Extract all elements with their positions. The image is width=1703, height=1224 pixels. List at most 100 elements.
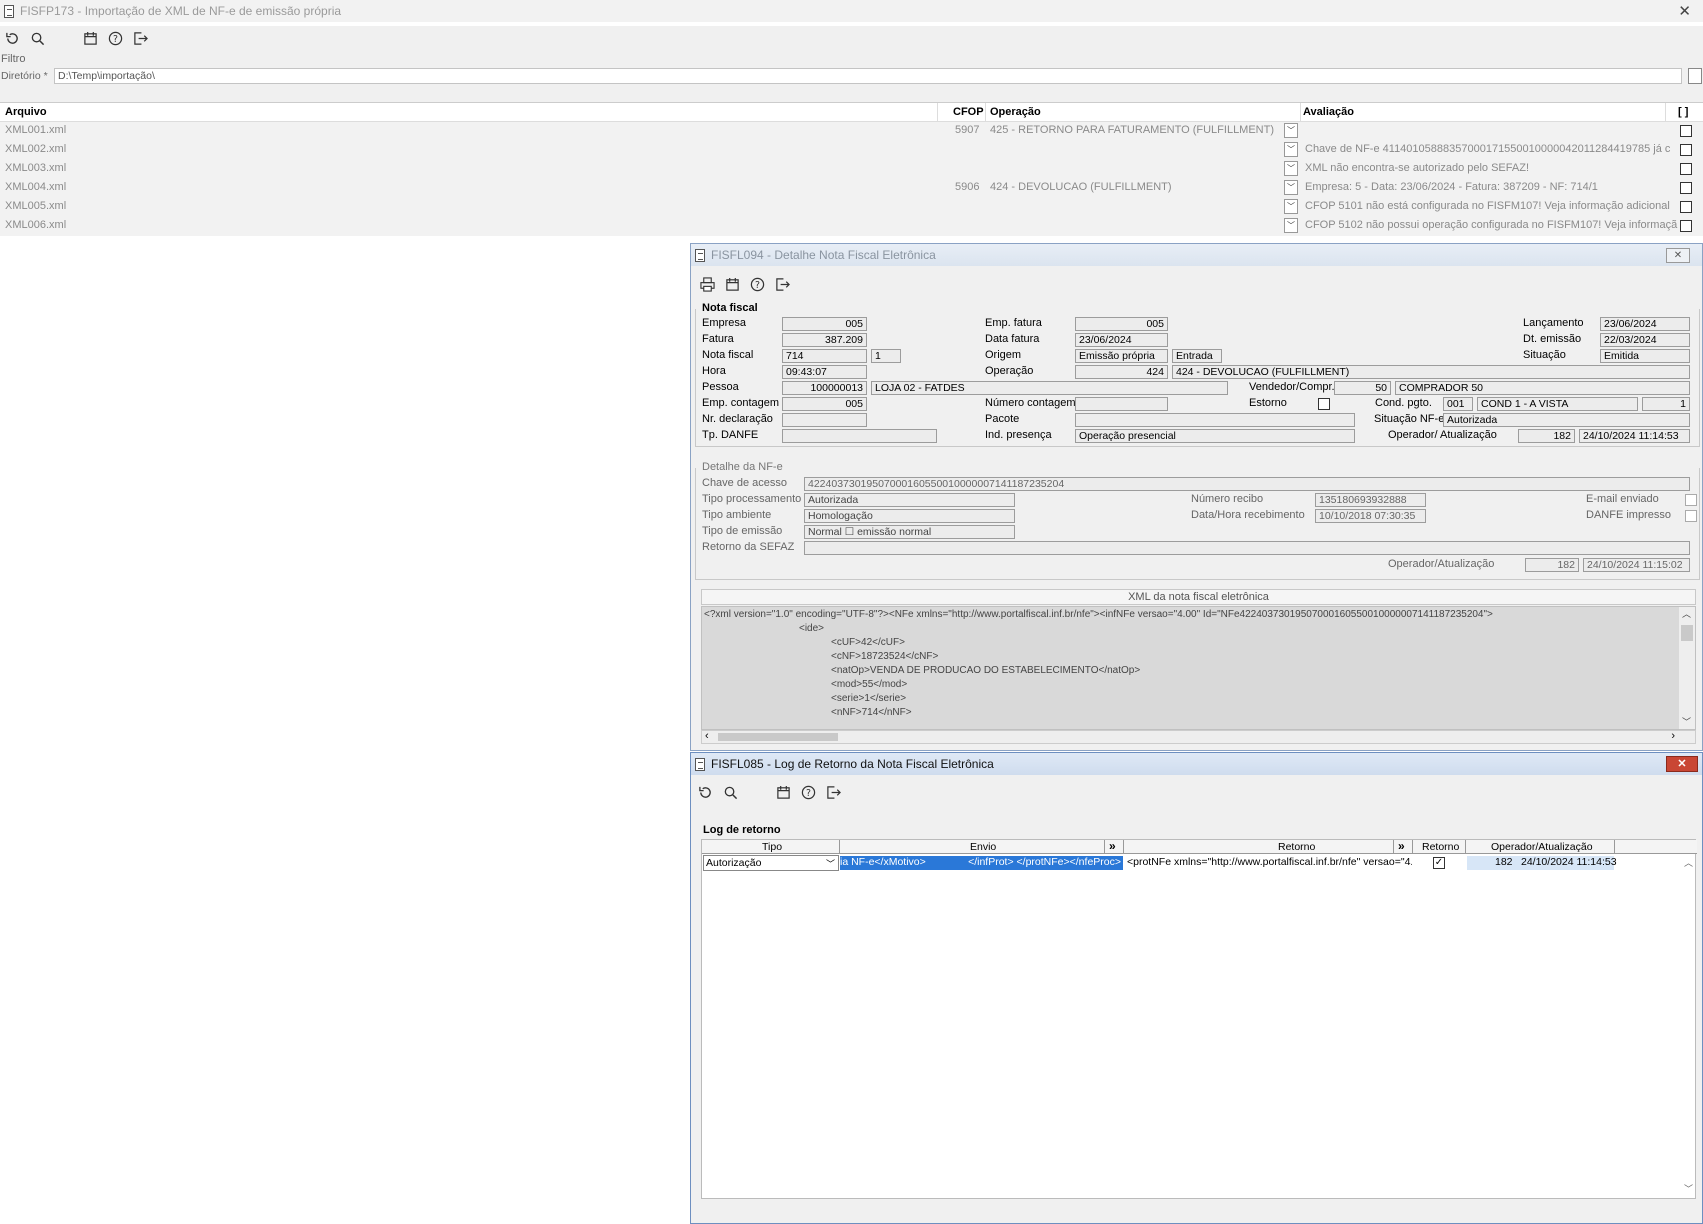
calendar-icon[interactable] xyxy=(773,782,793,802)
vendedor-code-field[interactable]: 50 xyxy=(1334,381,1391,395)
row-select-checkbox[interactable] xyxy=(1680,220,1692,232)
operacao-desc-field[interactable]: 424 - DEVOLUCAO (FULFILLMENT) xyxy=(1172,365,1690,379)
column-arquivo[interactable]: Arquivo xyxy=(5,106,47,118)
envio-cell[interactable]: ia NF-e</xMotivo> </infProt> </protNFe><… xyxy=(840,856,1123,870)
scroll-left-icon[interactable]: ‹ xyxy=(705,730,709,742)
atualizacao-nfe-field[interactable]: 24/10/2024 11:15:02 xyxy=(1583,558,1690,572)
danfe-impresso-checkbox[interactable] xyxy=(1685,510,1697,522)
exit-icon[interactable] xyxy=(772,274,792,294)
tipo-emissao-field[interactable]: Normal ☐ emissão normal xyxy=(804,525,1015,539)
table-row[interactable]: XML001.xml 5907 425 - RETORNO PARA FATURAM… xyxy=(0,122,1568,139)
chevron-down-icon[interactable]: ﹀ xyxy=(826,857,835,870)
situacao-nfe-field[interactable]: Autorizada xyxy=(1443,413,1690,427)
pacote-field[interactable] xyxy=(1075,413,1355,427)
help-icon[interactable]: ? xyxy=(798,782,818,802)
origem-tipo-field[interactable]: Entrada xyxy=(1172,349,1222,363)
expand-envio-button[interactable]: » xyxy=(1109,839,1116,853)
directory-input[interactable]: D:\Temp\importação\ xyxy=(54,68,1682,84)
close-icon[interactable]: ✕ xyxy=(1666,248,1690,263)
cond-pgto-code-field[interactable]: 001 xyxy=(1443,397,1473,411)
tipo-processamento-field[interactable]: Autorizada xyxy=(804,493,1015,507)
estorno-checkbox[interactable] xyxy=(1318,398,1330,410)
vendedor-name-field[interactable]: COMPRADOR 50 xyxy=(1395,381,1690,395)
calendar-icon[interactable] xyxy=(80,28,100,48)
table-row[interactable]: XML003.xml XML não encontra-se autorizado… xyxy=(0,160,1568,177)
pessoa-code-field[interactable]: 100000013 xyxy=(782,381,867,395)
operation-dropdown[interactable]: ﹀ xyxy=(1284,123,1298,138)
calendar-icon[interactable] xyxy=(722,274,742,294)
scroll-up-icon[interactable]: ︿ xyxy=(1684,856,1693,869)
operation-dropdown[interactable]: ﹀ xyxy=(1284,199,1298,214)
close-icon[interactable]: ✕ xyxy=(1666,756,1698,772)
column-envio[interactable]: Envio xyxy=(970,841,996,853)
empresa-field[interactable]: 005 xyxy=(782,317,867,331)
table-row[interactable]: Autorização ﹀ ia NF-e</xMotivo> </infPro… xyxy=(702,855,1617,871)
row-select-checkbox[interactable] xyxy=(1680,144,1692,156)
search-icon[interactable] xyxy=(720,782,740,802)
column-retorno-flag[interactable]: Retorno xyxy=(1422,841,1459,853)
tipo-cell[interactable]: Autorização ﹀ xyxy=(703,855,839,871)
row-select-checkbox[interactable] xyxy=(1680,201,1692,213)
scroll-down-icon[interactable]: ﹀ xyxy=(1684,1182,1693,1195)
email-enviado-checkbox[interactable] xyxy=(1685,494,1697,506)
retorno-checkbox[interactable]: ✓ xyxy=(1433,857,1445,869)
hora-field[interactable]: 09:43:07 xyxy=(782,365,867,379)
table-row[interactable]: XML002.xml Chave de NF-e 4114010588835700… xyxy=(0,141,1670,158)
tipo-ambiente-field[interactable]: Homologação xyxy=(804,509,1015,523)
operador-cell[interactable]: 182 24/10/2024 11:14:53 xyxy=(1467,856,1617,870)
operador-nfe-field[interactable]: 182 xyxy=(1525,558,1579,572)
lancamento-field[interactable]: 23/06/2024 xyxy=(1600,317,1690,331)
exit-icon[interactable] xyxy=(130,28,150,48)
situacao-field[interactable]: Emitida xyxy=(1600,349,1690,363)
help-icon[interactable]: ? xyxy=(105,28,125,48)
refresh-icon[interactable] xyxy=(2,28,22,48)
row-select-checkbox[interactable] xyxy=(1680,125,1692,137)
emp-contagem-field[interactable]: 005 xyxy=(782,397,867,411)
row-select-checkbox[interactable] xyxy=(1680,163,1692,175)
chave-field[interactable]: 4224037301950700016055001000000714118723… xyxy=(804,477,1690,491)
column-avaliacao[interactable]: Avaliação xyxy=(1303,106,1354,118)
scroll-up-icon[interactable]: ︿ xyxy=(1682,607,1691,620)
column-tipo[interactable]: Tipo xyxy=(762,841,782,853)
table-row[interactable]: XML006.xml CFOP 5102 não possui operação … xyxy=(0,217,1677,234)
dt-emissao-field[interactable]: 22/03/2024 xyxy=(1600,333,1690,347)
print-icon[interactable] xyxy=(697,274,717,294)
operation-dropdown[interactable]: ﹀ xyxy=(1284,218,1298,233)
data-fatura-field[interactable]: 23/06/2024 xyxy=(1075,333,1168,347)
xml-viewer[interactable]: <?xml version="1.0" encoding="UTF-8"?><N… xyxy=(701,606,1696,730)
data-recebimento-field[interactable]: 10/10/2018 07:30:35 xyxy=(1315,509,1426,523)
column-cfop[interactable]: CFOP xyxy=(953,106,984,118)
column-retorno[interactable]: Retorno xyxy=(1278,841,1315,853)
horizontal-scrollbar[interactable]: ‹ › xyxy=(701,730,1696,744)
expand-retorno-button[interactable]: » xyxy=(1398,839,1405,853)
vertical-scrollbar[interactable]: ︿ ﹀ xyxy=(1679,607,1695,729)
table-row[interactable]: XML005.xml CFOP 5101 não está configurada… xyxy=(0,198,1670,215)
operation-dropdown[interactable]: ﹀ xyxy=(1284,180,1298,195)
pessoa-name-field[interactable]: LOJA 02 - FATDES xyxy=(871,381,1228,395)
retorno-cell[interactable]: <protNFe xmlns="http://www.portalfiscal.… xyxy=(1125,856,1412,870)
operation-dropdown[interactable]: ﹀ xyxy=(1284,161,1298,176)
num-contagem-field[interactable] xyxy=(1075,397,1168,411)
ind-presenca-field[interactable]: Operação presencial xyxy=(1075,429,1355,443)
numero-recibo-field[interactable]: 135180693932888 xyxy=(1315,493,1426,507)
operacao-code-field[interactable]: 424 xyxy=(1075,365,1168,379)
search-icon[interactable] xyxy=(27,28,47,48)
operation-dropdown[interactable]: ﹀ xyxy=(1284,142,1298,157)
cond-pgto-desc-field[interactable]: COND 1 - A VISTA xyxy=(1477,397,1638,411)
operador-field[interactable]: 182 xyxy=(1518,429,1575,443)
table-row[interactable]: XML004.xml 5906 424 - DEVOLUCAO (FULFILLME… xyxy=(0,179,1598,196)
nota-field[interactable]: 714 xyxy=(782,349,867,363)
atualizacao-field[interactable]: 24/10/2024 11:14:53 xyxy=(1579,429,1690,443)
origem-field[interactable]: Emissão própria xyxy=(1075,349,1168,363)
column-select[interactable]: [ ] xyxy=(1678,106,1688,118)
browse-icon[interactable] xyxy=(1688,68,1702,84)
column-operador[interactable]: Operador/Atualização xyxy=(1491,841,1593,853)
tp-danfe-field[interactable] xyxy=(782,429,937,443)
retorno-sefaz-field[interactable] xyxy=(804,541,1690,555)
column-operacao[interactable]: Operação xyxy=(990,106,1041,118)
scroll-down-icon[interactable]: ﹀ xyxy=(1682,715,1691,728)
close-icon[interactable]: ✕ xyxy=(1678,2,1691,20)
serie-field[interactable]: 1 xyxy=(871,349,901,363)
exit-icon[interactable] xyxy=(823,782,843,802)
help-icon[interactable]: ? xyxy=(747,274,767,294)
